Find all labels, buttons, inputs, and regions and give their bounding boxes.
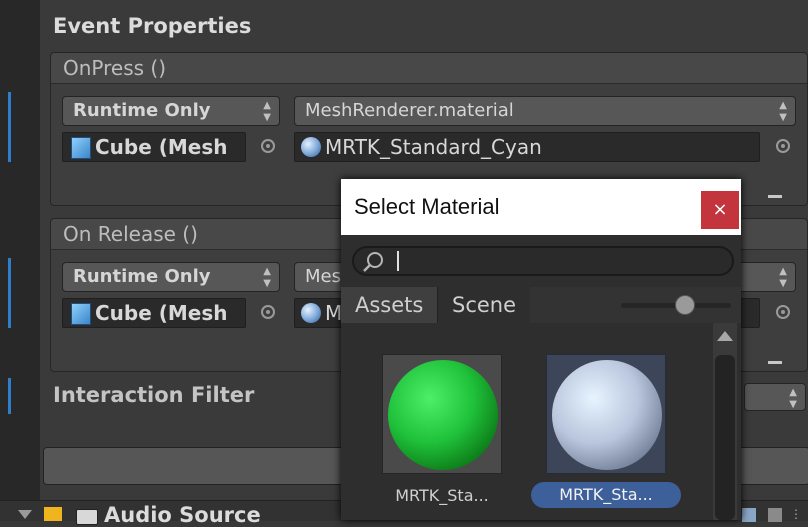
dropdown-arrows-icon: ▲ ▼ [263, 100, 271, 123]
close-icon[interactable]: × [701, 191, 739, 229]
onrelease-call-state-dropdown[interactable]: Runtime Only ▲ ▼ [62, 262, 280, 292]
object-picker-icon[interactable] [776, 305, 790, 319]
foldout-arrow-icon[interactable] [18, 510, 32, 519]
selection-accent [8, 92, 11, 162]
mesh-filter-icon [71, 137, 91, 159]
audio-source-label: Audio Source [104, 503, 261, 527]
tab-assets[interactable]: Assets [341, 287, 439, 323]
material-thumbnail-selected[interactable] [546, 354, 666, 474]
object-picker-icon[interactable] [776, 139, 790, 153]
interaction-filter-label: Interaction Filter [53, 383, 255, 407]
text-cursor [397, 251, 399, 271]
call-state-label: Runtime Only [73, 266, 211, 287]
left-gutter [0, 0, 40, 520]
target-label: Cube (Mesh [95, 135, 228, 159]
material-sphere-icon [301, 137, 321, 157]
argument-label: M [325, 301, 343, 325]
argument-label: MRTK_Standard_Cyan [325, 135, 542, 159]
select-material-popup: Select Material × Assets Scene MRTK_Sta.… [341, 179, 741, 520]
material-sphere-icon [388, 360, 498, 470]
object-picker-icon[interactable] [261, 139, 275, 153]
scrollbar[interactable] [713, 323, 737, 520]
selection-accent [8, 258, 11, 328]
material-item-label-selected[interactable]: MRTK_Sta... [531, 482, 681, 508]
scrollbar-track[interactable] [715, 355, 735, 520]
onpress-target-field[interactable]: Cube (Mesh [62, 132, 246, 162]
slider-knob[interactable] [674, 295, 695, 315]
material-item-label[interactable]: MRTK_Sta... [382, 483, 502, 509]
dropdown-arrows-icon: ▲ ▼ [263, 266, 271, 289]
target-label: Cube (Mesh [95, 301, 228, 325]
search-input[interactable] [352, 246, 734, 276]
onpress-function-dropdown[interactable]: MeshRenderer.material ▲ ▼ [294, 96, 796, 126]
call-state-label: Runtime Only [73, 100, 211, 121]
dropdown-arrows-icon: ▲ ▼ [779, 100, 787, 123]
function-label: MeshRenderer.material [305, 100, 514, 121]
material-sphere-icon [301, 303, 321, 323]
tab-assets-label: Assets [355, 293, 424, 317]
object-picker-icon[interactable] [261, 305, 275, 319]
scroll-up-icon[interactable] [717, 331, 733, 341]
remove-listener-icon[interactable] [768, 361, 782, 364]
material-sphere-icon [552, 360, 662, 470]
popup-titlebar: Select Material × [341, 179, 741, 235]
tab-scene[interactable]: Scene [438, 287, 531, 323]
dropdown-arrows-icon: ▲ ▼ [789, 387, 797, 410]
enabled-checkbox[interactable] [76, 509, 98, 525]
onrelease-target-field[interactable]: Cube (Mesh [62, 298, 246, 328]
tab-scene-label: Scene [452, 293, 517, 317]
onpress-header: OnPress () [51, 53, 807, 84]
event-properties-title: Event Properties [53, 14, 252, 38]
material-thumbnail[interactable] [382, 354, 502, 474]
search-icon [363, 252, 383, 272]
context-menu-icon[interactable]: ⋮ [790, 508, 804, 520]
onpress-argument-field[interactable]: MRTK_Standard_Cyan [294, 132, 760, 162]
remove-listener-icon[interactable] [768, 195, 782, 198]
interaction-filter-dropdown[interactable]: ▲ ▼ [744, 383, 806, 411]
selection-accent [8, 378, 11, 414]
popup-title: Select Material [354, 194, 500, 219]
mesh-filter-icon [71, 303, 91, 325]
dropdown-arrows-icon: ▲ ▼ [779, 266, 787, 289]
onpress-call-state-dropdown[interactable]: Runtime Only ▲ ▼ [62, 96, 280, 126]
speaker-icon [44, 507, 62, 521]
